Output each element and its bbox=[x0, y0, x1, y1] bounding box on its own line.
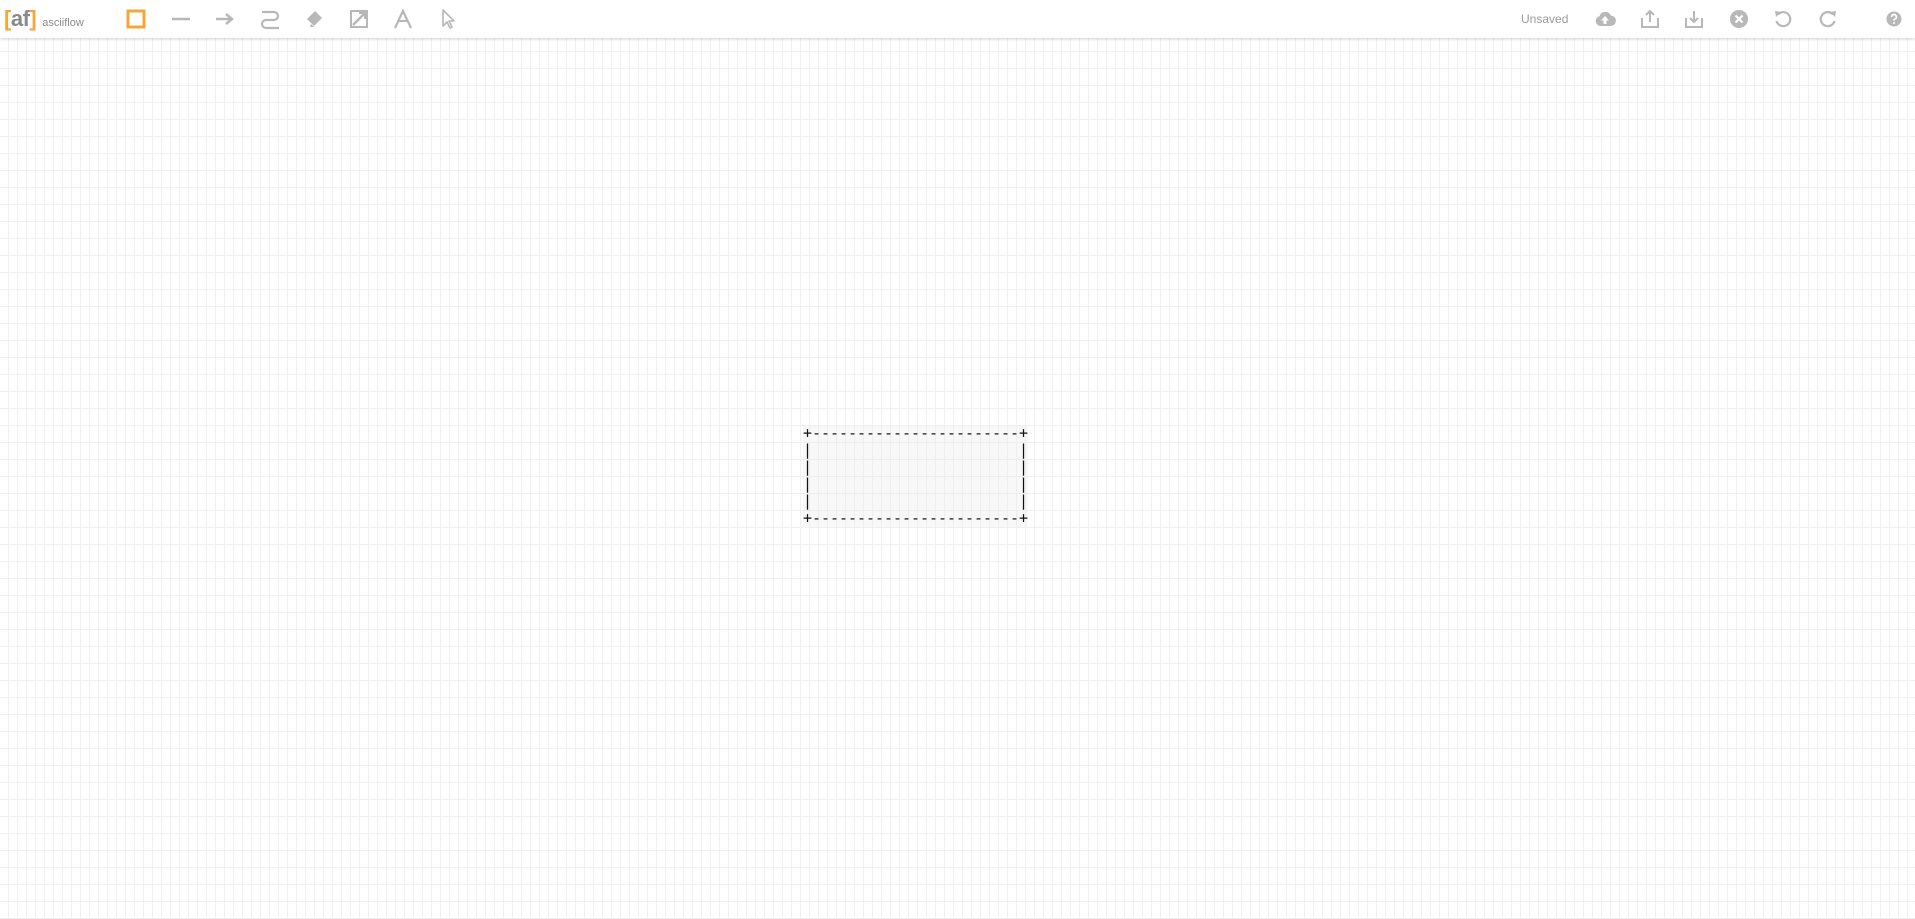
logo[interactable]: [af] asciiflow bbox=[4, 6, 84, 32]
box-tool-button[interactable] bbox=[122, 5, 150, 33]
export-icon bbox=[1639, 8, 1661, 30]
arrow-tool-button[interactable] bbox=[211, 5, 239, 33]
export-button[interactable] bbox=[1636, 5, 1664, 33]
drawing-canvas[interactable]: +-----------------------+ | | | | | | | … bbox=[0, 38, 1915, 919]
toolbar: [af] asciiflow Unsaved bbox=[0, 0, 1915, 38]
asciiflow-app: [af] asciiflow Unsaved +----------------… bbox=[0, 0, 1915, 919]
help-icon bbox=[1885, 10, 1903, 28]
clear-button[interactable] bbox=[1725, 5, 1753, 33]
resize-icon bbox=[348, 8, 370, 30]
help-button[interactable] bbox=[1880, 5, 1908, 33]
logo-letters: af bbox=[10, 6, 30, 31]
import-icon bbox=[1683, 8, 1705, 30]
save-to-drive-button[interactable] bbox=[1591, 5, 1619, 33]
freeform-icon bbox=[259, 8, 281, 30]
text-tool-button[interactable] bbox=[389, 5, 417, 33]
cloud-upload-icon bbox=[1594, 8, 1616, 30]
eraser-icon bbox=[303, 8, 325, 30]
arrow-icon bbox=[214, 8, 236, 30]
move-tool-button[interactable] bbox=[345, 5, 373, 33]
cursor-icon bbox=[437, 8, 459, 30]
undo-button[interactable] bbox=[1769, 5, 1797, 33]
clear-icon bbox=[1728, 8, 1750, 30]
redo-icon bbox=[1817, 8, 1839, 30]
logo-mark: [af] bbox=[4, 6, 37, 32]
undo-icon bbox=[1772, 8, 1794, 30]
select-tool-button[interactable] bbox=[434, 5, 462, 33]
import-button[interactable] bbox=[1680, 5, 1708, 33]
line-tool-button[interactable] bbox=[167, 5, 195, 33]
redo-button[interactable] bbox=[1814, 5, 1842, 33]
text-icon bbox=[392, 8, 414, 30]
logo-right-bracket: ] bbox=[29, 6, 37, 31]
ascii-box-drawing[interactable]: +-----------------------+ | | | | | | | … bbox=[803, 425, 1028, 527]
line-icon bbox=[170, 8, 192, 30]
erase-tool-button[interactable] bbox=[300, 5, 328, 33]
box-icon bbox=[125, 8, 147, 30]
app-name: asciiflow bbox=[42, 17, 84, 29]
logo-left-bracket: [ bbox=[4, 6, 11, 31]
freeform-tool-button[interactable] bbox=[256, 5, 284, 33]
save-status: Unsaved bbox=[1521, 12, 1569, 26]
